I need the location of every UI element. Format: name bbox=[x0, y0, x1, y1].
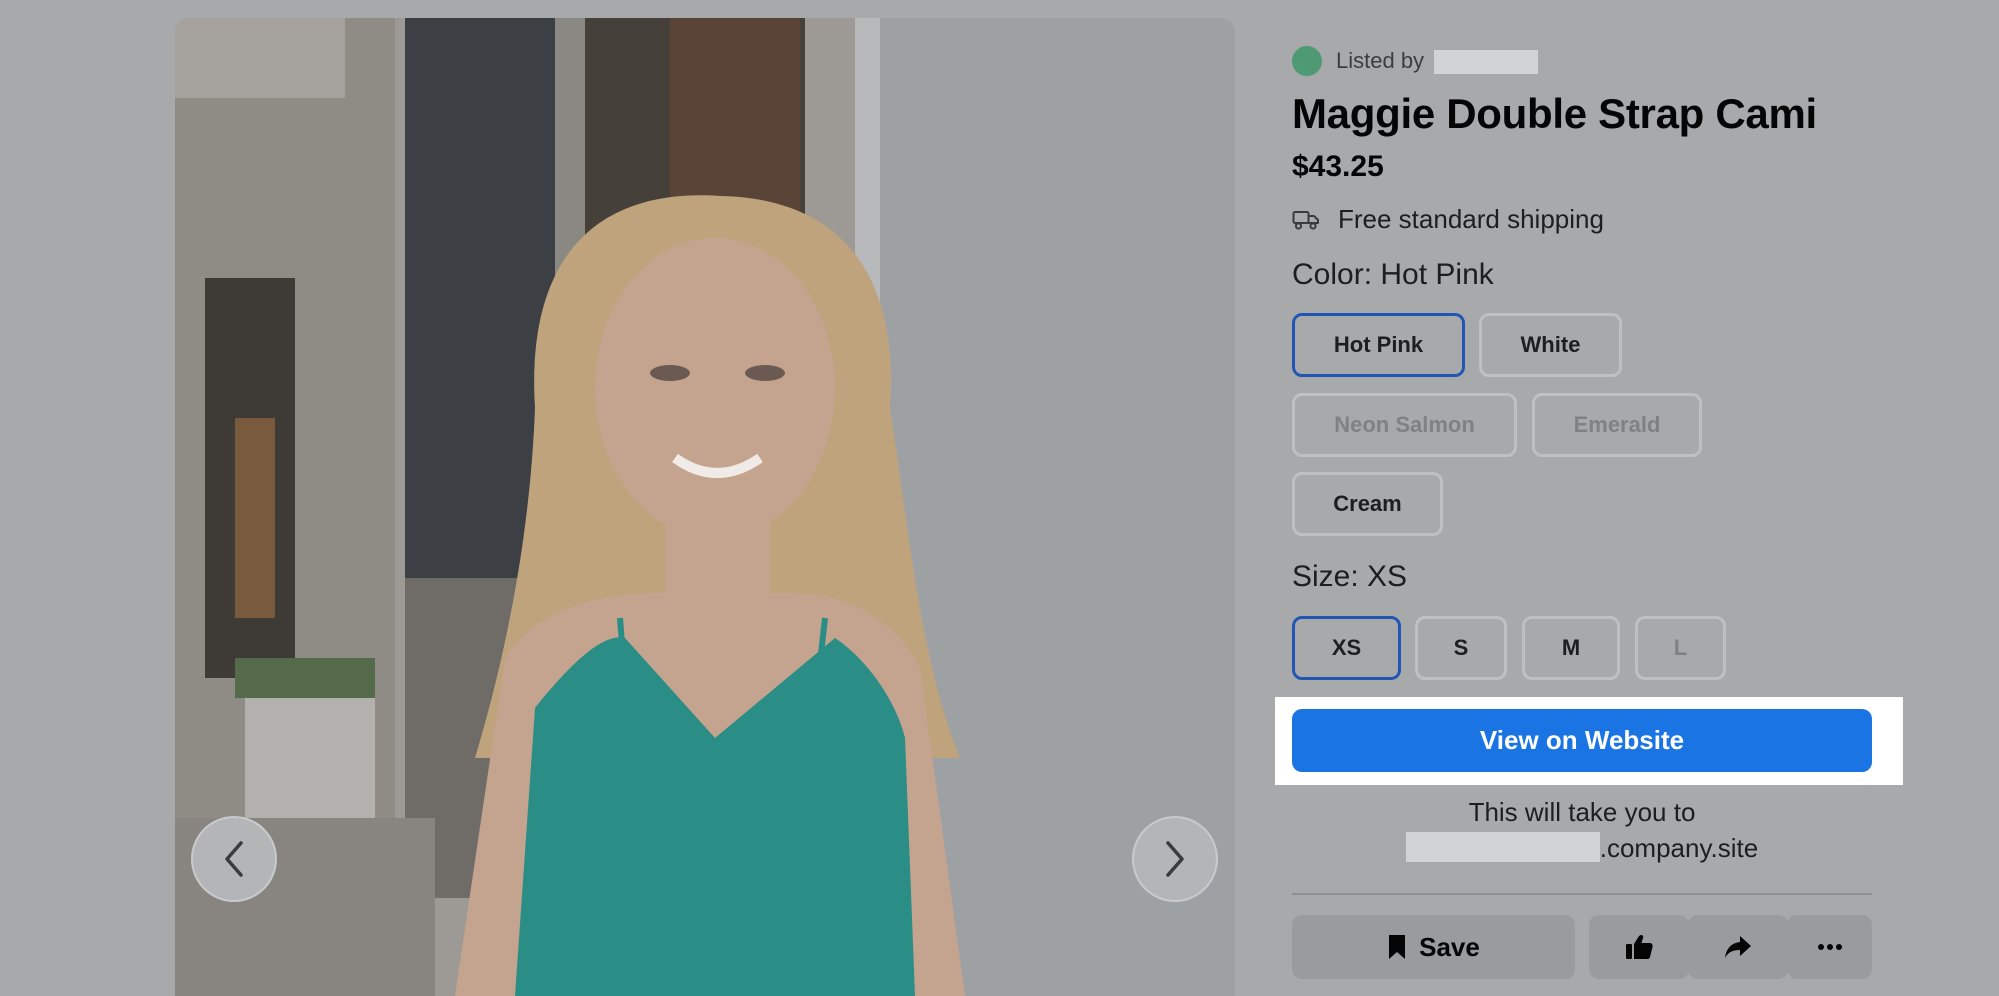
more-icon bbox=[1817, 944, 1842, 950]
color-heading: Color: Hot Pink bbox=[1292, 258, 1494, 292]
redirect-domain: .company.site bbox=[1292, 830, 1872, 866]
shipping-row: Free standard shipping bbox=[1292, 204, 1604, 235]
carousel-prev-button[interactable] bbox=[191, 816, 277, 902]
color-option-white[interactable]: White bbox=[1479, 313, 1622, 377]
size-heading: Size: XS bbox=[1292, 560, 1407, 594]
divider bbox=[1292, 893, 1872, 895]
shipping-text: Free standard shipping bbox=[1338, 204, 1604, 234]
more-options-button[interactable] bbox=[1787, 915, 1872, 979]
view-on-website-button[interactable]: View on Website bbox=[1292, 709, 1872, 772]
bookmark-icon bbox=[1389, 935, 1406, 959]
chevron-left-icon bbox=[225, 841, 243, 877]
chevron-right-icon bbox=[1166, 841, 1184, 877]
product-image bbox=[175, 18, 1235, 996]
color-option-emerald[interactable]: Emerald bbox=[1532, 393, 1702, 457]
size-option-l[interactable]: L bbox=[1635, 616, 1726, 680]
domain-suffix: .company.site bbox=[1599, 833, 1759, 863]
size-option-m[interactable]: M bbox=[1522, 616, 1620, 680]
thumbs-up-icon bbox=[1626, 934, 1653, 959]
domain-redacted bbox=[1405, 832, 1600, 862]
like-button[interactable] bbox=[1589, 915, 1689, 979]
save-button[interactable]: Save bbox=[1292, 915, 1575, 979]
truck-icon bbox=[1292, 210, 1319, 230]
product-photo bbox=[175, 18, 1235, 996]
redirect-note-line: This will take you to bbox=[1468, 797, 1696, 827]
product-details-panel: Listed by Maggie Double Strap Cami $43.2… bbox=[1275, 0, 1904, 996]
seller-avatar[interactable] bbox=[1292, 46, 1322, 76]
color-option-neon-salmon[interactable]: Neon Salmon bbox=[1292, 393, 1517, 457]
product-price: $43.25 bbox=[1292, 150, 1384, 183]
save-label: Save bbox=[1419, 931, 1480, 962]
size-label: Size: bbox=[1292, 560, 1359, 593]
share-icon bbox=[1725, 936, 1751, 958]
listed-by-label: Listed by bbox=[1336, 47, 1425, 73]
carousel-next-button[interactable] bbox=[1132, 816, 1218, 902]
color-option-cream[interactable]: Cream bbox=[1292, 472, 1443, 536]
size-option-xs[interactable]: XS bbox=[1292, 616, 1401, 680]
seller-row: Listed by bbox=[1292, 46, 1539, 76]
redirect-note: This will take you to .company.site bbox=[1292, 794, 1872, 866]
product-title: Maggie Double Strap Cami bbox=[1292, 90, 1817, 137]
color-selected-value: Hot Pink bbox=[1380, 258, 1494, 291]
size-option-s[interactable]: S bbox=[1415, 616, 1507, 680]
color-label: Color: bbox=[1292, 258, 1373, 291]
size-selected-value: XS bbox=[1367, 560, 1408, 593]
color-option-hot-pink[interactable]: Hot Pink bbox=[1292, 313, 1465, 377]
share-button[interactable] bbox=[1688, 915, 1788, 979]
seller-name-redacted[interactable] bbox=[1434, 50, 1539, 75]
